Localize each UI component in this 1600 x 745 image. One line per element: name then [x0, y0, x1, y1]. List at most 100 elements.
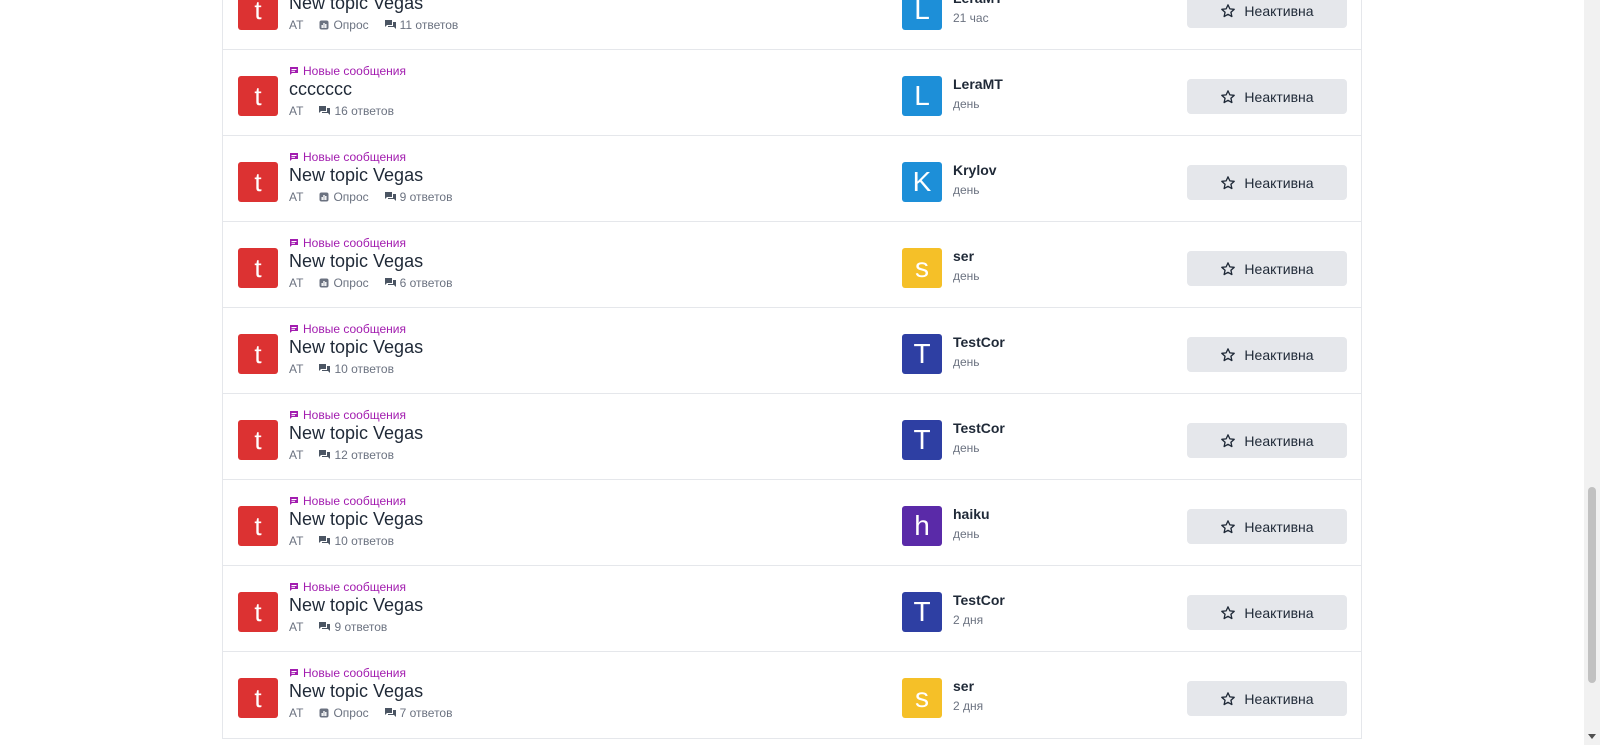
topic-title[interactable]: New topic Vegas	[289, 165, 423, 186]
poll-icon	[319, 708, 329, 718]
scroll-down-arrow-icon[interactable]	[1588, 734, 1596, 739]
replies-icon	[319, 450, 331, 459]
topic-row[interactable]: t Новые сообщения New topic Vegas AT Опр…	[223, 222, 1361, 308]
last-poster-avatar[interactable]: T	[902, 592, 942, 632]
new-messages-badge[interactable]: Новые сообщения	[289, 236, 406, 250]
topic-row[interactable]: t Новые сообщения New topic Vegas AT 12 …	[223, 394, 1361, 480]
vertical-scrollbar[interactable]	[1584, 0, 1600, 745]
topic-author[interactable]: AT	[289, 104, 303, 118]
topic-title[interactable]: New topic Vegas	[289, 595, 423, 616]
favorite-button-label: Неактивна	[1244, 2, 1314, 19]
topic-author[interactable]: AT	[289, 190, 303, 204]
last-poster-name[interactable]: ser	[953, 248, 974, 264]
poll-icon	[319, 278, 329, 288]
new-messages-icon	[290, 325, 298, 333]
replies-icon	[384, 708, 396, 717]
replies-count: 11 ответов	[384, 18, 458, 32]
topic-title[interactable]: New topic Vegas	[289, 337, 423, 358]
last-poster-name[interactable]: Krylov	[953, 162, 997, 178]
new-messages-icon	[290, 669, 298, 677]
last-poster-avatar[interactable]: T	[902, 420, 942, 460]
last-poster-avatar[interactable]: K	[902, 162, 942, 202]
new-messages-badge[interactable]: Новые сообщения	[289, 580, 406, 594]
last-poster-name[interactable]: TestCor	[953, 334, 1005, 350]
new-messages-badge[interactable]: Новые сообщения	[289, 322, 406, 336]
last-poster-avatar[interactable]: L	[902, 76, 942, 116]
topic-author[interactable]: AT	[289, 276, 303, 290]
new-messages-icon	[290, 583, 298, 591]
topic-row[interactable]: t Новые сообщения New topic Vegas AT 10 …	[223, 480, 1361, 566]
new-messages-badge[interactable]: Новые сообщения	[289, 408, 406, 422]
last-poster-name[interactable]: LeraMT	[953, 76, 1003, 92]
favorite-toggle-button[interactable]: Неактивна	[1187, 251, 1347, 286]
new-messages-badge[interactable]: Новые сообщения	[289, 494, 406, 508]
poll-indicator: Опрос	[319, 706, 369, 720]
last-poster-name[interactable]: ser	[953, 678, 974, 694]
last-post-time: 2 дня	[953, 699, 984, 713]
last-poster-avatar-letter: T	[913, 596, 931, 627]
topic-row[interactable]: t Новые сообщения New topic Vegas AT 10 …	[223, 308, 1361, 394]
topic-title[interactable]: New topic Vegas	[289, 509, 423, 530]
topic-row[interactable]: t New topic Vegas AT Опрос 11 ответов L …	[223, 0, 1361, 50]
favorite-toggle-button[interactable]: Неактивна	[1187, 509, 1347, 544]
favorite-toggle-button[interactable]: Неактивна	[1187, 423, 1347, 458]
topic-author[interactable]: AT	[289, 448, 303, 462]
topic-author[interactable]: AT	[289, 362, 303, 376]
topic-avatar-letter: t	[254, 425, 262, 455]
topic-avatar[interactable]: t	[238, 162, 278, 202]
replies-label: 6 ответов	[399, 276, 453, 290]
scrollbar-thumb[interactable]	[1588, 487, 1596, 683]
favorite-toggle-button[interactable]: Неактивна	[1187, 165, 1347, 200]
topic-row[interactable]: t Новые сообщения New topic Vegas AT 9 о…	[223, 566, 1361, 652]
last-poster-avatar[interactable]: L	[902, 0, 942, 30]
last-poster-avatar[interactable]: T	[902, 334, 942, 374]
new-messages-badge[interactable]: Новые сообщения	[289, 64, 406, 78]
last-poster-name[interactable]: TestCor	[953, 420, 1005, 436]
topic-avatar[interactable]: t	[238, 678, 278, 718]
favorite-button-label: Неактивна	[1244, 432, 1314, 449]
topic-meta: AT Опрос 6 ответов	[289, 276, 452, 290]
topic-row[interactable]: t Новые сообщения New topic Vegas AT Опр…	[223, 652, 1361, 738]
topic-title[interactable]: New topic Vegas	[289, 423, 423, 444]
replies-label: 10 ответов	[334, 534, 394, 548]
topic-title[interactable]: New topic Vegas	[289, 0, 423, 14]
poll-indicator: Опрос	[319, 276, 369, 290]
topic-title[interactable]: New topic Vegas	[289, 681, 423, 702]
topic-avatar[interactable]: t	[238, 592, 278, 632]
favorite-toggle-button[interactable]: Неактивна	[1187, 79, 1347, 114]
topic-meta: AT 9 ответов	[289, 620, 387, 634]
topic-author[interactable]: AT	[289, 620, 303, 634]
last-poster-avatar[interactable]: s	[902, 678, 942, 718]
replies-icon	[319, 364, 331, 373]
new-messages-badge[interactable]: Новые сообщения	[289, 150, 406, 164]
topic-author[interactable]: AT	[289, 18, 303, 32]
favorite-toggle-button[interactable]: Неактивна	[1187, 681, 1347, 716]
topic-avatar[interactable]: t	[238, 76, 278, 116]
last-poster-avatar[interactable]: s	[902, 248, 942, 288]
topic-avatar[interactable]: t	[238, 506, 278, 546]
last-poster-name[interactable]: haiku	[953, 506, 990, 522]
topic-avatar[interactable]: t	[238, 420, 278, 460]
new-messages-label: Новые сообщения	[303, 494, 406, 508]
last-poster-avatar[interactable]: h	[902, 506, 942, 546]
replies-icon	[384, 278, 396, 287]
topic-author[interactable]: AT	[289, 534, 303, 548]
topic-avatar[interactable]: t	[238, 0, 278, 30]
new-messages-badge[interactable]: Новые сообщения	[289, 666, 406, 680]
favorite-toggle-button[interactable]: Неактивна	[1187, 337, 1347, 372]
topic-row[interactable]: t Новые сообщения ccccccc AT 16 ответов …	[223, 50, 1361, 136]
topic-row[interactable]: t Новые сообщения New topic Vegas AT Опр…	[223, 136, 1361, 222]
topic-title[interactable]: ccccccc	[289, 79, 352, 100]
topic-avatar-letter: t	[254, 0, 262, 25]
replies-icon	[319, 536, 331, 545]
topic-title[interactable]: New topic Vegas	[289, 251, 423, 272]
last-poster-name[interactable]: TestCor	[953, 592, 1005, 608]
favorite-toggle-button[interactable]: Неактивна	[1187, 595, 1347, 630]
favorite-toggle-button[interactable]: Неактивна	[1187, 0, 1347, 28]
topic-avatar[interactable]: t	[238, 248, 278, 288]
last-post-time: день	[953, 269, 980, 283]
topic-avatar[interactable]: t	[238, 334, 278, 374]
topic-author[interactable]: AT	[289, 706, 303, 720]
last-poster-name[interactable]: LeraMT	[953, 0, 1003, 6]
favorite-button-label: Неактивна	[1244, 690, 1314, 707]
